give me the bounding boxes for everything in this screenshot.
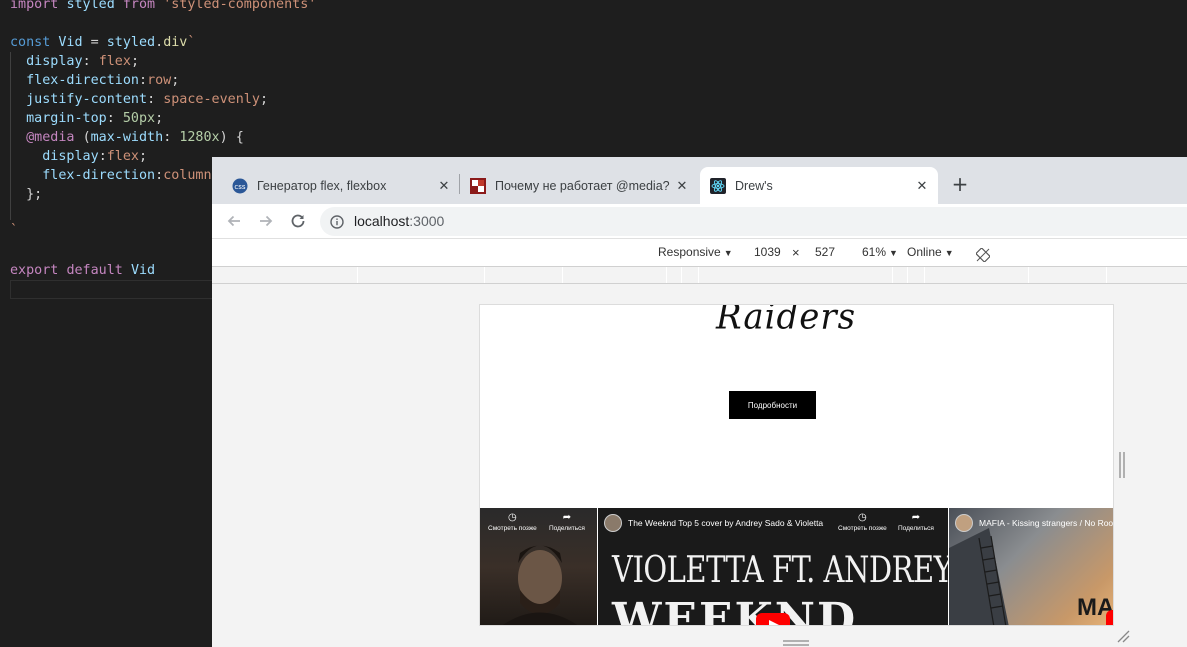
tab-title: Генератор flex, flexbox [257, 178, 387, 193]
viewport-height-input[interactable]: 527 [815, 239, 835, 266]
url-host: localhost [354, 213, 410, 229]
video-embed[interactable]: The Weeknd Top 5 cover by Andrey Sado & … [598, 508, 948, 626]
forward-button[interactable] [256, 211, 276, 231]
indent-guide [10, 52, 11, 220]
current-line-highlight [10, 280, 220, 299]
reload-button[interactable] [288, 211, 308, 231]
url-text[interactable]: localhost:3000 [354, 207, 444, 236]
device-label: Responsive [658, 245, 721, 259]
share-label: Поделиться [549, 525, 585, 532]
dropdown-caret-icon: ▼ [889, 248, 898, 258]
ruler-tick [924, 267, 925, 283]
ruler-tick [562, 267, 563, 283]
tab-title: Drew's [735, 178, 773, 193]
ruler-tick [484, 267, 485, 283]
thumbnail-text: VIOLETTA FT. ANDREY SADO [612, 548, 948, 591]
share-label: Поделиться [898, 525, 934, 532]
back-arrow-icon [227, 215, 240, 227]
share-icon: ➦ [911, 512, 921, 523]
close-tab-icon[interactable]: ✕ [912, 176, 932, 196]
new-tab-button[interactable]: + [949, 173, 971, 195]
code-line[interactable]: display:flex; [10, 147, 147, 166]
tab-media-question[interactable]: Почему не работает @media? - ✕ [464, 167, 696, 204]
ruler-tick [357, 267, 358, 283]
device-viewport[interactable]: Raiders Подробности ◷ Смотреть позже ➦ Под… [479, 304, 1114, 626]
clock-icon: ◷ [508, 512, 517, 523]
svg-text:css: css [234, 183, 245, 191]
url-port: :3000 [409, 213, 445, 229]
bottom-resize-handle[interactable] [783, 632, 809, 646]
clock-icon: ◷ [858, 512, 867, 523]
video-embed[interactable]: ◷ Смотреть позже ➦ Поделиться [480, 508, 597, 625]
network-label: Online [907, 245, 942, 259]
ruler-tick [666, 267, 667, 283]
ruler-tick [907, 267, 908, 283]
tab-drews[interactable]: Drew's ✕ [700, 167, 938, 204]
media-query-ruler[interactable] [212, 266, 1187, 284]
question-site-icon [470, 177, 486, 194]
back-button[interactable] [224, 211, 244, 231]
code-line[interactable]: display: flex; [10, 52, 139, 71]
code-line[interactable]: export default Vid [10, 261, 155, 280]
watch-later-button[interactable]: ◷ Смотреть позже [488, 512, 537, 532]
react-icon [710, 177, 726, 194]
corner-resize-handle[interactable] [1116, 628, 1130, 643]
dimension-times-label: × [792, 245, 800, 260]
channel-avatar[interactable] [604, 514, 622, 532]
youtube-play-icon[interactable] [1106, 610, 1113, 625]
code-line[interactable]: import styled from 'styled-components' [10, 0, 316, 14]
watch-later-button[interactable]: ◷ Смотреть позже [838, 512, 887, 532]
right-resize-handle[interactable] [1118, 452, 1126, 478]
browser-toolbar: localhost:3000 [212, 204, 1187, 238]
browser-window: css Генератор flex, flexbox ✕ Почему не … [212, 157, 1187, 647]
code-line[interactable]: margin-top: 50px; [10, 109, 163, 128]
details-button[interactable]: Подробности [729, 391, 816, 419]
ruler-tick [698, 267, 699, 283]
close-tab-icon[interactable]: ✕ [672, 176, 692, 196]
viewport-width-input[interactable]: 1039 [754, 239, 781, 266]
video-title[interactable]: MAFIA - Kissing strangers / No Root [979, 518, 1113, 528]
device-toolbar: Responsive ▼ 1039 × 527 61% ▼ Online ▼ [212, 238, 1187, 266]
dropdown-caret-icon: ▼ [723, 248, 733, 258]
tab-strip: css Генератор flex, flexbox ✕ Почему не … [212, 157, 1187, 204]
tab-separator [459, 174, 460, 194]
code-line[interactable]: justify-content: space-evenly; [10, 90, 268, 109]
site-logo: Raiders [716, 304, 857, 338]
video-embed[interactable]: MAFIA - Kissing strangers / No Root MA [949, 508, 1113, 625]
thumbnail-text: WEEKND [612, 594, 858, 626]
code-line[interactable]: }; [10, 185, 42, 204]
code-line[interactable]: flex-direction:row; [10, 71, 179, 90]
video-row: ◷ Смотреть позже ➦ Поделиться The Weeknd T… [480, 508, 1113, 626]
tab-title: Почему не работает @media? - [495, 178, 672, 193]
ruler-tick [1028, 267, 1029, 283]
ruler-tick [1106, 267, 1107, 283]
ruler-tick [892, 267, 893, 283]
code-line[interactable]: @media (max-width: 1280x) { [10, 128, 244, 147]
code-line[interactable]: ` [10, 221, 18, 240]
watch-later-label: Смотреть позже [838, 525, 887, 532]
zoom-label: 61% [862, 245, 887, 259]
share-button[interactable]: ➦ Поделиться [549, 512, 585, 532]
network-throttle-select[interactable]: Online ▼ [907, 239, 954, 267]
share-icon: ➦ [562, 512, 572, 523]
share-button[interactable]: ➦ Поделиться [898, 512, 934, 532]
zoom-select[interactable]: 61% ▼ [862, 239, 898, 267]
code-line[interactable]: flex-direction:column; [10, 166, 219, 185]
dropdown-caret-icon: ▼ [944, 248, 954, 258]
tab-flex-generator[interactable]: css Генератор flex, flexbox ✕ [226, 167, 458, 204]
code-line[interactable]: const Vid = styled.div` [10, 33, 195, 52]
emulated-viewport-area: Raiders Подробности ◷ Смотреть позже ➦ Под… [212, 284, 1187, 647]
close-tab-icon[interactable]: ✕ [434, 176, 454, 196]
address-bar[interactable]: localhost:3000 [320, 207, 1187, 236]
reload-icon [291, 214, 305, 228]
youtube-play-icon[interactable] [756, 613, 790, 625]
video-title[interactable]: The Weeknd Top 5 cover by Andrey Sado & … [628, 518, 823, 528]
channel-avatar[interactable] [955, 514, 973, 532]
forward-arrow-icon [260, 215, 273, 227]
watch-later-label: Смотреть позже [488, 525, 537, 532]
device-select[interactable]: Responsive ▼ [658, 239, 733, 267]
ruler-tick [681, 267, 682, 283]
site-info-icon[interactable] [330, 214, 344, 229]
css-generator-icon: css [232, 178, 248, 194]
